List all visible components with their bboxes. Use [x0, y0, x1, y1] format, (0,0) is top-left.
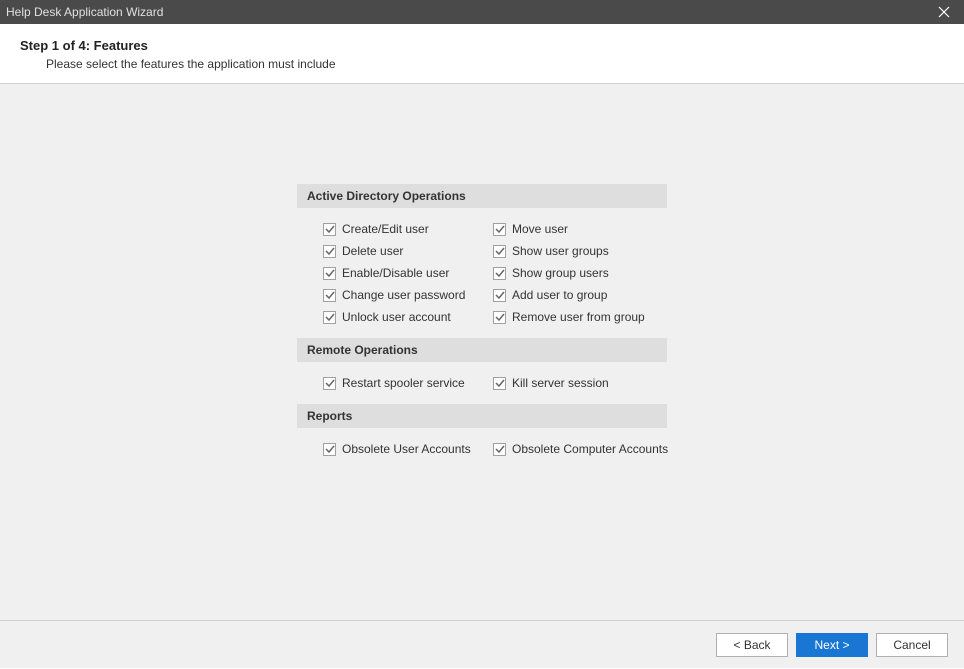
checkbox-box[interactable]: [493, 289, 506, 302]
section-header-reports: Reports: [297, 404, 667, 428]
checkbox-label: Create/Edit user: [342, 222, 429, 236]
checkbox-kill-server-session[interactable]: Kill server session: [493, 376, 663, 390]
check-icon: [495, 312, 505, 322]
checkbox-enable-disable-user[interactable]: Enable/Disable user: [323, 266, 493, 280]
checkbox-box[interactable]: [323, 267, 336, 280]
checkbox-label: Delete user: [342, 244, 403, 258]
section-header-remote: Remote Operations: [297, 338, 667, 362]
check-icon: [495, 290, 505, 300]
window-title: Help Desk Application Wizard: [6, 5, 924, 19]
checkbox-label: Add user to group: [512, 288, 607, 302]
checkbox-label: Restart spooler service: [342, 376, 465, 390]
checkbox-label: Obsolete Computer Accounts: [512, 442, 668, 456]
next-button[interactable]: Next >: [796, 633, 868, 657]
check-icon: [495, 378, 505, 388]
check-icon: [495, 444, 505, 454]
checkbox-obsolete-user-accounts[interactable]: Obsolete User Accounts: [323, 442, 493, 456]
check-icon: [325, 268, 335, 278]
checkbox-label: Move user: [512, 222, 568, 236]
check-icon: [325, 312, 335, 322]
step-subtitle: Please select the features the applicati…: [20, 57, 944, 71]
checkbox-box[interactable]: [323, 223, 336, 236]
checkbox-box[interactable]: [323, 311, 336, 324]
checkbox-box[interactable]: [493, 245, 506, 258]
checkbox-box[interactable]: [323, 289, 336, 302]
wizard-footer: < Back Next > Cancel: [0, 620, 964, 668]
close-button[interactable]: [924, 0, 964, 24]
remote-checkbox-grid: Restart spooler service Kill server sess…: [297, 362, 667, 404]
check-icon: [325, 224, 335, 234]
step-title: Step 1 of 4: Features: [20, 38, 944, 53]
close-icon: [938, 6, 950, 18]
section-header-ad: Active Directory Operations: [297, 184, 667, 208]
checkbox-box[interactable]: [323, 245, 336, 258]
cancel-button[interactable]: Cancel: [876, 633, 948, 657]
checkbox-label: Kill server session: [512, 376, 609, 390]
checkbox-create-edit-user[interactable]: Create/Edit user: [323, 222, 493, 236]
checkbox-restart-spooler[interactable]: Restart spooler service: [323, 376, 493, 390]
checkbox-show-user-groups[interactable]: Show user groups: [493, 244, 663, 258]
checkbox-unlock-account[interactable]: Unlock user account: [323, 310, 493, 324]
checkbox-label: Change user password: [342, 288, 465, 302]
checkbox-label: Show group users: [512, 266, 609, 280]
feature-panel: Active Directory Operations Create/Edit …: [297, 184, 667, 620]
checkbox-label: Enable/Disable user: [342, 266, 449, 280]
back-button[interactable]: < Back: [716, 633, 788, 657]
check-icon: [495, 246, 505, 256]
checkbox-label: Show user groups: [512, 244, 609, 258]
checkbox-obsolete-computer-accounts[interactable]: Obsolete Computer Accounts: [493, 442, 663, 456]
checkbox-box[interactable]: [323, 443, 336, 456]
check-icon: [495, 268, 505, 278]
check-icon: [325, 378, 335, 388]
checkbox-delete-user[interactable]: Delete user: [323, 244, 493, 258]
ad-checkbox-grid: Create/Edit user Move user Delete user S…: [297, 208, 667, 338]
checkbox-label: Remove user from group: [512, 310, 645, 324]
checkbox-move-user[interactable]: Move user: [493, 222, 663, 236]
checkbox-remove-user-from-group[interactable]: Remove user from group: [493, 310, 663, 324]
check-icon: [325, 246, 335, 256]
check-icon: [325, 444, 335, 454]
content-area: Active Directory Operations Create/Edit …: [0, 84, 964, 620]
reports-checkbox-grid: Obsolete User Accounts Obsolete Computer…: [297, 428, 667, 470]
checkbox-add-user-to-group[interactable]: Add user to group: [493, 288, 663, 302]
checkbox-label: Unlock user account: [342, 310, 451, 324]
checkbox-show-group-users[interactable]: Show group users: [493, 266, 663, 280]
check-icon: [325, 290, 335, 300]
checkbox-label: Obsolete User Accounts: [342, 442, 471, 456]
checkbox-change-password[interactable]: Change user password: [323, 288, 493, 302]
checkbox-box[interactable]: [493, 223, 506, 236]
checkbox-box[interactable]: [323, 377, 336, 390]
checkbox-box[interactable]: [493, 443, 506, 456]
checkbox-box[interactable]: [493, 267, 506, 280]
checkbox-box[interactable]: [493, 311, 506, 324]
wizard-header: Step 1 of 4: Features Please select the …: [0, 24, 964, 84]
titlebar: Help Desk Application Wizard: [0, 0, 964, 24]
checkbox-box[interactable]: [493, 377, 506, 390]
check-icon: [495, 224, 505, 234]
